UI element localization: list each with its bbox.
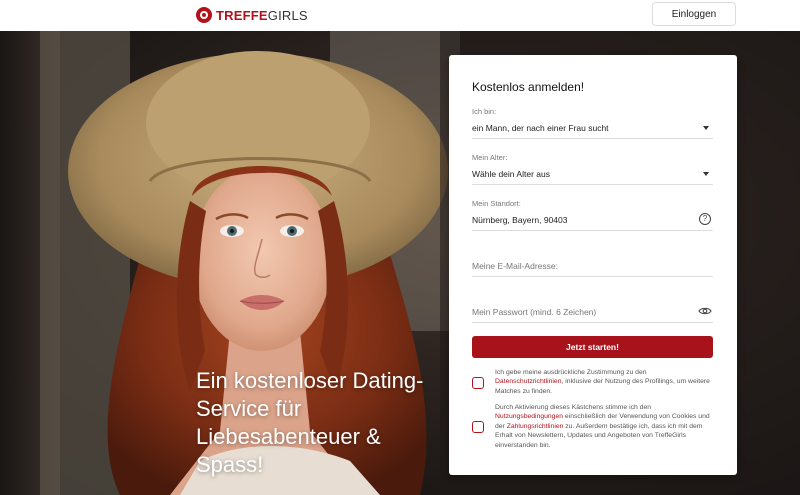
- start-button[interactable]: Jetzt starten!: [472, 336, 713, 358]
- chevron-down-icon: [703, 172, 709, 176]
- privacy-consent-text: Ich gebe meine ausdrückliche Zustimmung …: [495, 369, 710, 395]
- terms-link[interactable]: Nutzungsbedingungen: [495, 413, 563, 420]
- brand-name: TREFFEGIRLS: [216, 7, 308, 23]
- age-label: Mein Alter:: [472, 153, 508, 162]
- privacy-checkbox[interactable]: [472, 377, 484, 389]
- email-placeholder: Meine E-Mail-Adresse:: [472, 261, 558, 271]
- form-title: Kostenlos anmelden!: [472, 80, 585, 94]
- password-placeholder: Mein Passwort (mind. 6 Zeichen): [472, 307, 597, 317]
- payment-policy-link[interactable]: Zahlungsrichtlinien: [507, 423, 564, 430]
- age-value: Wähle dein Alter aus: [472, 169, 550, 179]
- login-button[interactable]: Einloggen: [652, 2, 736, 26]
- email-field[interactable]: Meine E-Mail-Adresse:: [472, 245, 713, 277]
- top-bar: TREFFEGIRLS Einloggen: [0, 0, 800, 31]
- gender-label: Ich bin:: [472, 107, 497, 116]
- age-select[interactable]: Mein Alter: Wähle dein Alter aus: [472, 151, 713, 185]
- terms-checkbox[interactable]: [472, 421, 484, 433]
- gender-value: ein Mann, der nach einer Frau sucht: [472, 123, 609, 133]
- terms-consent-text: Durch Aktivierung dieses Kästchens stimm…: [495, 404, 710, 449]
- gender-select[interactable]: Ich bin: ein Mann, der nach einer Frau s…: [472, 105, 713, 139]
- brand-logo[interactable]: TREFFEGIRLS: [196, 6, 308, 24]
- privacy-policy-link[interactable]: Datenschutzrichtlinien: [495, 378, 562, 385]
- password-field[interactable]: Mein Passwort (mind. 6 Zeichen): [472, 291, 713, 323]
- logo-icon: [196, 7, 212, 23]
- privacy-consent: Ich gebe meine ausdrückliche Zustimmung …: [472, 368, 713, 398]
- location-value: Nürnberg, Bayern, 90403: [472, 215, 568, 225]
- location-field[interactable]: Mein Standort: Nürnberg, Bayern, 90403 ?: [472, 197, 713, 231]
- hero-tagline: Ein kostenloser Dating-Service für Liebe…: [196, 368, 424, 477]
- terms-consent: Durch Aktivierung dieses Kästchens stimm…: [472, 403, 713, 451]
- eye-icon[interactable]: [698, 306, 712, 316]
- chevron-down-icon: [703, 126, 709, 130]
- location-label: Mein Standort:: [472, 199, 521, 208]
- registration-form: Kostenlos anmelden! Ich bin: ein Mann, d…: [449, 55, 737, 475]
- help-icon[interactable]: ?: [699, 213, 711, 225]
